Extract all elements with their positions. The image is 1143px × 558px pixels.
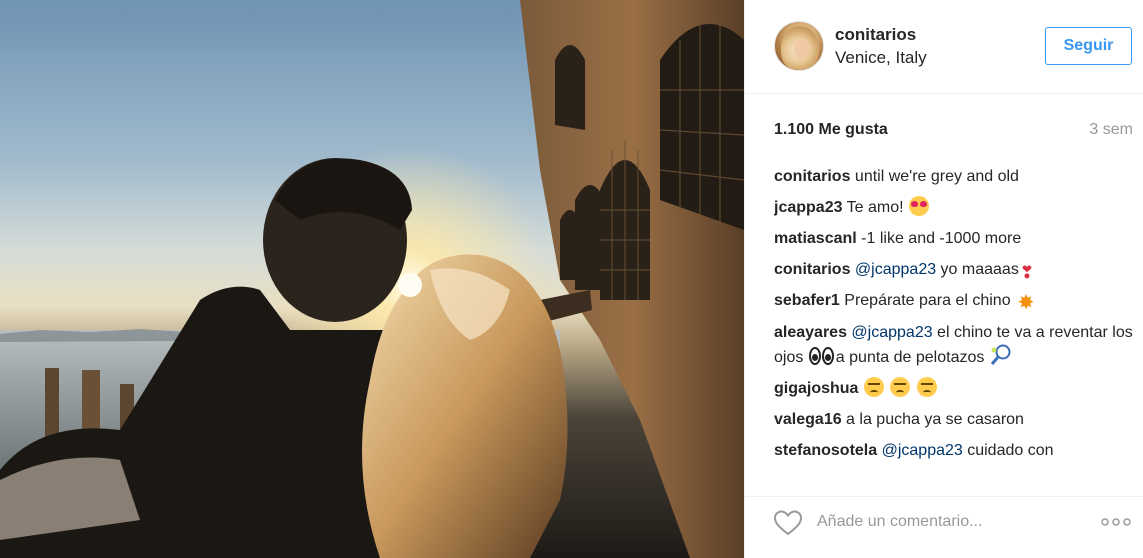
more-options-icon[interactable] [1100, 514, 1132, 530]
heart-eyes-emoji-icon [909, 196, 929, 216]
comment-item: gigajoshua [774, 377, 1134, 400]
likes-row: 1.100 Me gusta 3 sem [774, 121, 1133, 143]
comment-footer [745, 496, 1143, 558]
comment-item: aleayares @jcappa23 el chino te va a rev… [774, 321, 1134, 369]
post-photo[interactable] [0, 0, 744, 558]
post-age: 3 sem [1089, 121, 1133, 138]
comment-item: matiascanl -1 like and -1000 more [774, 227, 1134, 250]
comment-item: sebafer1 Prepárate para el chino ✸ [774, 289, 1134, 313]
comment-username[interactable]: conitarios [774, 168, 850, 185]
comment-text: until we're grey and old [850, 168, 1019, 185]
heart-outline-icon[interactable] [773, 509, 803, 536]
username[interactable]: conitarios [835, 25, 916, 45]
comment-item: conitarios until we're grey and old [774, 165, 1134, 188]
comment-text: Prepárate para el chino [839, 292, 1016, 309]
likes-count[interactable]: 1.100 Me gusta [774, 121, 888, 139]
post-details-panel: conitarios Venice, Italy Seguir 1.100 Me… [744, 0, 1143, 558]
angry-face-emoji-icon [890, 377, 911, 397]
comment-item: jcappa23 Te amo! [774, 196, 1134, 219]
comment-username[interactable]: matiascanl [774, 230, 857, 247]
photo-illustration [0, 0, 744, 558]
instagram-post: conitarios Venice, Italy Seguir 1.100 Me… [0, 0, 1143, 558]
comment-item: valega16 a la pucha ya se casaron [774, 408, 1134, 431]
angry-face-emoji-icon [916, 377, 937, 397]
comment-input[interactable] [817, 507, 1057, 537]
comment-text: -1 like and -1000 more [856, 230, 1022, 247]
comment-item: stefanosotela @jcappa23 cuidado con [774, 439, 1134, 462]
comment-text [858, 380, 862, 397]
comment-item: conitarios @jcappa23 yo maaaas❣ [774, 258, 1134, 281]
comment-mention[interactable]: @jcappa23 [882, 442, 963, 459]
comment-username[interactable]: stefanosotela [774, 442, 877, 459]
comments-list: conitarios until we're grey and old jcap… [774, 165, 1134, 477]
avatar[interactable] [774, 21, 824, 71]
comment-mention[interactable]: @jcappa23 [851, 324, 932, 341]
comment-username[interactable]: valega16 [774, 411, 842, 428]
angry-face-emoji-icon [863, 377, 884, 397]
comment-text: cuidado con [962, 442, 1054, 459]
eyes-emoji-icon [808, 346, 835, 366]
comment-mention[interactable]: @jcappa23 [855, 261, 936, 278]
red-heart-emoji-icon: ❣ [1019, 263, 1035, 282]
location-link[interactable]: Venice, Italy [835, 48, 927, 68]
comment-text: Te amo! [842, 199, 908, 216]
follow-button[interactable]: Seguir [1045, 27, 1132, 65]
comment-text-continued: a punta de pelotazos [835, 349, 989, 366]
comment-username[interactable]: gigajoshua [774, 380, 858, 397]
tennis-racket-emoji-icon [990, 344, 1012, 366]
comment-text: a la pucha ya se casaron [841, 411, 1024, 428]
comment-username[interactable]: conitarios [774, 261, 850, 278]
comment-text: yo maaaas [936, 261, 1019, 278]
comment-username[interactable]: aleayares [774, 324, 847, 341]
comment-username[interactable]: sebafer1 [774, 292, 840, 309]
comment-username[interactable]: jcappa23 [774, 199, 842, 216]
post-header: conitarios Venice, Italy Seguir [745, 0, 1143, 94]
collision-emoji-icon: ✸ [1017, 292, 1035, 314]
